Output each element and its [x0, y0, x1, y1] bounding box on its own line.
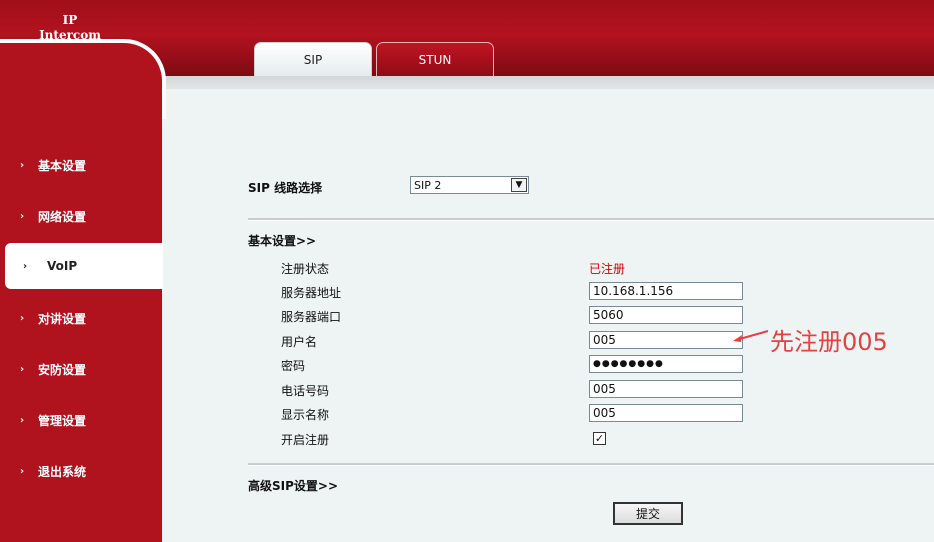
sidebar-item-label: 安防设置	[38, 362, 87, 377]
display-name-value: 005	[593, 406, 616, 420]
password-value: ●●●●●●●●	[593, 359, 664, 369]
logo: IP Intercom	[30, 13, 110, 41]
submit-label: 提交	[635, 507, 660, 521]
password-field[interactable]: ●●●●●●●●	[589, 355, 743, 373]
sidebar-item-logout[interactable]: › 退出系统	[0, 451, 162, 491]
checkmark-icon: ✓	[594, 432, 605, 445]
tab-stun[interactable]: STUN	[376, 42, 494, 76]
basic-settings-heading[interactable]: 基本设置>>	[248, 232, 316, 249]
tab-sip[interactable]: SIP	[254, 42, 372, 76]
tab-label: SIP	[303, 52, 323, 67]
chevron-right-icon: ›	[20, 465, 25, 477]
line-select[interactable]: SIP 2 ▼	[410, 176, 529, 194]
server-port-label: 服务器端口	[281, 310, 342, 324]
phone-number-field[interactable]: 005	[589, 380, 743, 398]
sidebar-item-network-settings[interactable]: › 网络设置	[0, 196, 162, 236]
server-address-label: 服务器地址	[281, 286, 342, 300]
username-label: 用户名	[281, 335, 318, 349]
server-address-field[interactable]: 10.168.1.156	[589, 282, 743, 300]
chevron-right-icon: ›	[20, 159, 25, 171]
logo-line2: Intercom	[39, 28, 101, 41]
server-port-value: 5060	[593, 308, 624, 322]
chevron-right-icon: ›	[20, 414, 25, 426]
server-address-value: 10.168.1.156	[593, 284, 674, 298]
password-label: 密码	[281, 359, 306, 373]
enable-registration-label: 开启注册	[281, 433, 330, 447]
annotation-arrow-icon	[733, 330, 769, 342]
sidebar-item-basic-settings[interactable]: › 基本设置	[0, 145, 162, 185]
sidebar-item-admin-settings[interactable]: › 管理设置	[0, 400, 162, 440]
sidebar-item-voip[interactable]: › VoIP	[5, 243, 163, 289]
tab-label: STUN	[418, 52, 452, 67]
chevron-right-icon: ›	[20, 312, 25, 324]
sidebar-item-label: 网络设置	[38, 209, 87, 224]
phone-number-label: 电话号码	[281, 384, 330, 398]
chevron-right-icon: ›	[23, 260, 28, 272]
sidebar-item-label: 退出系统	[38, 464, 87, 479]
display-name-field[interactable]: 005	[589, 404, 743, 422]
chevron-right-icon: ›	[20, 210, 25, 222]
status-label: 注册状态	[281, 262, 330, 276]
sidebar-item-label: VoIP	[47, 259, 78, 273]
username-field[interactable]: 005	[589, 331, 743, 349]
chevron-down-icon: ▼	[511, 178, 527, 192]
username-value: 005	[593, 333, 616, 347]
header-strip	[160, 76, 934, 89]
advanced-sip-heading[interactable]: 高级SIP设置>>	[248, 477, 338, 494]
submit-button[interactable]: 提交	[613, 502, 683, 525]
server-port-field[interactable]: 5060	[589, 306, 743, 324]
logo-line1: IP	[62, 13, 78, 27]
sidebar-item-label: 基本设置	[38, 158, 87, 173]
divider	[248, 463, 934, 466]
status-badge: 已注册	[589, 262, 626, 276]
annotation-text: 先注册005	[770, 328, 888, 356]
chevron-right-icon: ›	[20, 363, 25, 375]
sidebar-item-intercom-settings[interactable]: › 对讲设置	[0, 298, 162, 338]
phone-number-value: 005	[593, 382, 616, 396]
enable-registration-checkbox[interactable]: ✓	[593, 432, 606, 445]
sidebar-item-label: 对讲设置	[38, 311, 87, 326]
line-select-value: SIP 2	[414, 178, 442, 192]
sidebar-item-label: 管理设置	[38, 413, 87, 428]
display-name-label: 显示名称	[281, 408, 330, 422]
sidebar-item-security-settings[interactable]: › 安防设置	[0, 349, 162, 389]
line-select-label: SIP 线路选择	[248, 181, 323, 195]
divider	[248, 218, 934, 221]
